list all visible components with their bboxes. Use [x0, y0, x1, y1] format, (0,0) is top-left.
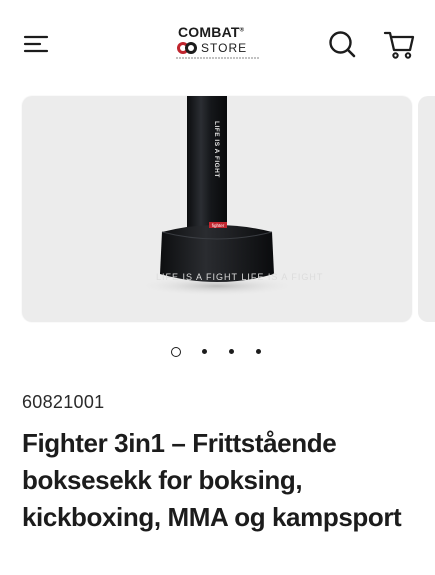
top-header: COMBAT® STORE [0, 0, 435, 90]
search-icon[interactable] [326, 28, 358, 60]
base-print: LIFE IS A FIGHT LIFE IS A FIGHT [156, 272, 323, 282]
product-sku: 60821001 [22, 392, 105, 412]
carousel-dot-3[interactable] [229, 349, 234, 354]
carousel-dot-2[interactable] [202, 349, 207, 354]
carousel-indicators [0, 345, 435, 361]
logo-wordmark-top: COMBAT® [178, 24, 245, 40]
hamburger-menu-icon[interactable] [20, 28, 52, 60]
column-print: LIFE IS A FIGHT [213, 121, 220, 178]
product-title: Fighter 3in1 – Frittstående boksesekk fo… [22, 428, 402, 532]
carousel-dot-1[interactable] [171, 347, 181, 357]
next-slide-peek[interactable] [418, 96, 435, 322]
store-logo[interactable]: COMBAT® STORE [172, 24, 264, 64]
product-image-slide[interactable]: fighter LIFE IS A FIGHT LIFE IS A FIGHT … [22, 96, 412, 322]
logo-wordmark-bottom: STORE [201, 41, 248, 55]
logo-mark-icon [177, 42, 197, 54]
logo-tagline-mark [176, 57, 260, 59]
shopping-cart-icon[interactable] [382, 27, 416, 61]
carousel-dot-4[interactable] [256, 349, 261, 354]
punching-bag-image: fighter LIFE IS A FIGHT LIFE IS A FIGHT … [137, 96, 323, 296]
brand-tag-text: fighter [212, 223, 225, 228]
